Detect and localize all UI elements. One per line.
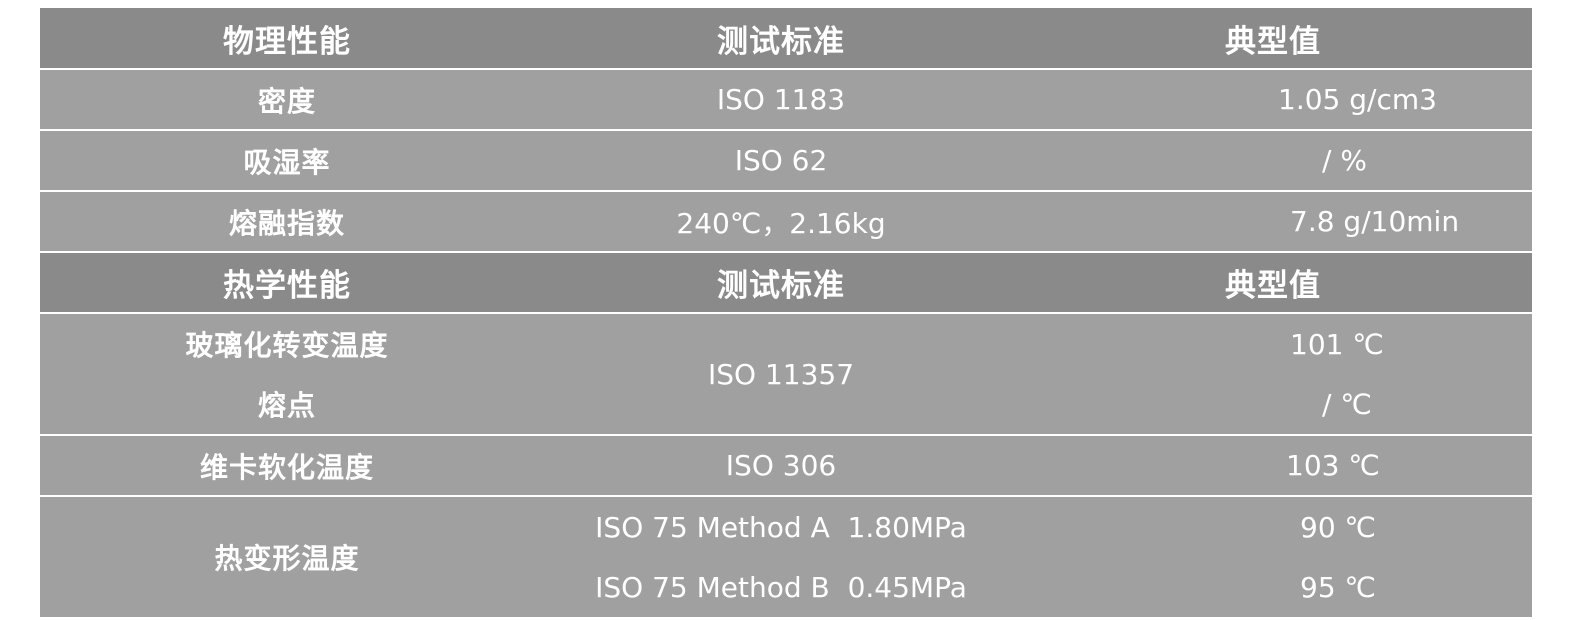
physical-header-row: 物理性能 测试标准 典型值 bbox=[40, 8, 1532, 68]
thermal-property-heading: 热学性能 bbox=[223, 268, 351, 304]
typical-value: / ℃ bbox=[1322, 387, 1372, 421]
property-name: 热变形温度 bbox=[214, 542, 360, 575]
table-row: 玻璃化转变温度 熔点 ISO 11357 101 ℃ / ℃ bbox=[40, 314, 1532, 434]
test-standard: ISO 1183 bbox=[716, 83, 846, 116]
property-name: 熔融指数 bbox=[228, 206, 345, 240]
table-row: 密度 ISO 1183 1.05 g/cm3 bbox=[40, 70, 1532, 129]
thermal-header-row: 热学性能 测试标准 典型值 bbox=[40, 253, 1532, 312]
properties-table: 物理性能 测试标准 典型值 密度 ISO 1183 1.05 g/cm3 吸湿率… bbox=[40, 8, 1532, 617]
table-row: 熔融指数 240℃，2.16kg 7.8 g/10min bbox=[40, 192, 1532, 251]
test-standard-heading: 测试标准 bbox=[717, 268, 845, 304]
property-name: 密度 bbox=[257, 84, 316, 118]
typical-value: 103 ℃ bbox=[1286, 449, 1380, 482]
typical-value: 7.8 g/10min bbox=[1290, 205, 1460, 238]
property-name: 玻璃化转变温度 bbox=[185, 329, 389, 362]
test-standard: ISO 62 bbox=[734, 144, 828, 177]
table-row: 维卡软化温度 ISO 306 103 ℃ bbox=[40, 436, 1532, 495]
table-row: 吸湿率 ISO 62 / % bbox=[40, 131, 1532, 190]
test-standard-heading: 测试标准 bbox=[717, 23, 845, 60]
typical-value: 95 ℃ bbox=[1300, 570, 1376, 604]
physical-property-heading: 物理性能 bbox=[223, 23, 351, 60]
typical-value: 90 ℃ bbox=[1300, 510, 1376, 544]
test-standard: ISO 11357 bbox=[707, 357, 855, 391]
test-standard: ISO 75 Method A 1.80MPa bbox=[595, 510, 967, 544]
typical-value: 101 ℃ bbox=[1290, 327, 1384, 361]
table-row: 热变形温度 ISO 75 Method A 1.80MPa ISO 75 Met… bbox=[40, 497, 1532, 617]
property-name: 吸湿率 bbox=[243, 145, 331, 179]
typical-value: / % bbox=[1322, 144, 1367, 177]
typical-value-heading: 典型值 bbox=[1225, 268, 1321, 304]
test-standard: ISO 75 Method B 0.45MPa bbox=[595, 570, 967, 604]
typical-value: 1.05 g/cm3 bbox=[1278, 83, 1437, 116]
test-standard: ISO 306 bbox=[725, 449, 837, 482]
property-name: 维卡软化温度 bbox=[199, 450, 374, 484]
typical-value-heading: 典型值 bbox=[1225, 23, 1321, 60]
test-standard: 240℃，2.16kg bbox=[676, 206, 886, 240]
property-name: 熔点 bbox=[257, 389, 316, 422]
